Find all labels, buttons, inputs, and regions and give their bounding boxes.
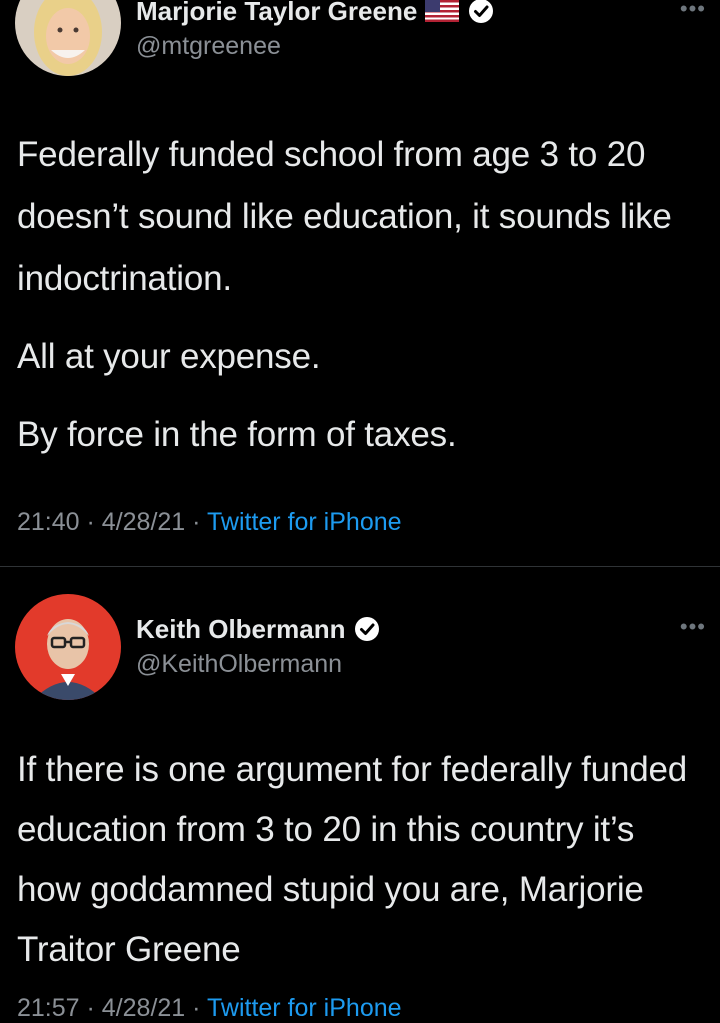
more-icon[interactable]: ••• — [680, 616, 706, 638]
tweet-time[interactable]: 21:40 — [17, 508, 80, 536]
handle[interactable]: @KeithOlbermann — [136, 650, 342, 679]
meta-separator: · — [86, 994, 95, 1022]
tweet-paragraph: If there is one argument for federally f… — [17, 750, 688, 969]
meta-separator: · — [192, 994, 201, 1022]
tweet-text: If there is one argument for federally f… — [17, 740, 702, 980]
meta-separator: · — [192, 508, 201, 536]
tweet-mtg[interactable]: Marjorie Taylor Greene @mtgreenee ••• Fe… — [0, 0, 720, 566]
author-row: Keith Olbermann — [136, 612, 381, 646]
avatar-image — [15, 594, 121, 700]
tweet-olbermann[interactable]: Keith Olbermann @KeithOlbermann ••• If t… — [0, 568, 720, 1022]
tweet-date[interactable]: 4/28/21 — [102, 994, 185, 1022]
verified-icon — [353, 615, 381, 643]
tweet-paragraph: All at your expense. — [17, 337, 321, 376]
display-name[interactable]: Keith Olbermann — [136, 614, 345, 645]
tweet-text: Federally funded school from age 3 to 20… — [17, 124, 702, 466]
handle[interactable]: @mtgreenee — [136, 32, 281, 61]
tweet-paragraph: Federally funded school from age 3 to 20… — [17, 135, 672, 298]
meta-separator: · — [86, 508, 95, 536]
tweet-date[interactable]: 4/28/21 — [102, 508, 185, 536]
flag-icon — [425, 0, 460, 22]
display-name[interactable]: Marjorie Taylor Greene — [136, 0, 417, 27]
verified-icon — [467, 0, 495, 25]
more-icon[interactable]: ••• — [680, 0, 706, 20]
tweet-time[interactable]: 21:57 — [17, 994, 80, 1022]
tweet-paragraph: By force in the form of taxes. — [17, 415, 457, 454]
avatar[interactable] — [15, 594, 121, 700]
tweet-meta: 21:40 · 4/28/21 · Twitter for iPhone — [17, 508, 402, 537]
author-row: Marjorie Taylor Greene — [136, 0, 495, 28]
divider — [0, 566, 720, 567]
tweet-source[interactable]: Twitter for iPhone — [207, 994, 402, 1022]
avatar-image — [15, 0, 121, 76]
avatar[interactable] — [15, 0, 121, 76]
tweet-meta: 21:57 · 4/28/21 · Twitter for iPhone — [17, 994, 402, 1023]
tweet-source[interactable]: Twitter for iPhone — [207, 508, 402, 536]
